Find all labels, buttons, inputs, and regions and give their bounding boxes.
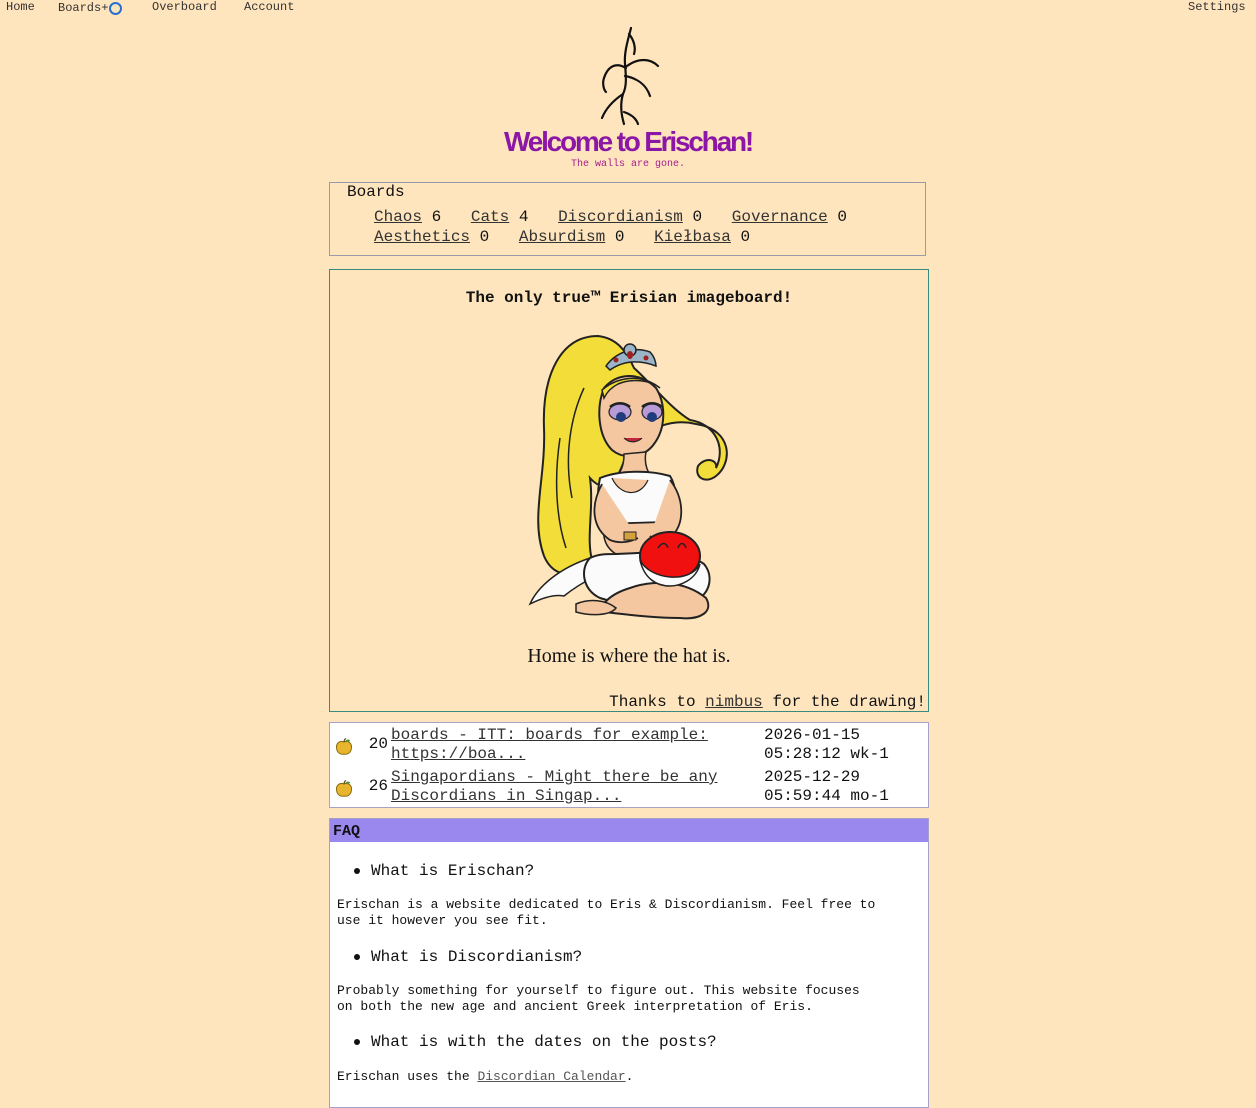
discordian-calendar-link[interactable]: Discordian Calendar <box>477 1069 625 1084</box>
board-link-aesthetics[interactable]: Aesthetics <box>374 228 470 246</box>
top-nav: Home Boards+ Overboard Account Settings <box>0 0 1256 16</box>
eris-illustration <box>528 334 728 620</box>
credit-suffix: for the drawing! <box>772 693 926 711</box>
faq-question: What is with the dates on the posts? <box>354 1033 717 1051</box>
site-subtitle: The walls are gone. <box>570 159 686 170</box>
faq-panel: FAQ What is Erischan? Erischan is a webs… <box>329 818 929 1108</box>
thread-title-line: https://boa... <box>391 745 526 763</box>
board-row-2: Aesthetics 0 Absurdism 0 Kiełbasa 0 <box>374 228 770 246</box>
thread-link[interactable]: Singapordians - Might there be any Discor… <box>391 768 751 806</box>
faq-answer-prefix: Erischan uses the <box>337 1069 470 1084</box>
credit-prefix: Thanks to <box>609 693 696 711</box>
boards-legend: Boards <box>345 183 407 201</box>
reply-count: 26 <box>368 777 388 795</box>
thread-row: 26 Singapordians - Might there be any Dis… <box>330 767 928 807</box>
faq-question: What is Discordianism? <box>354 948 582 966</box>
thread-date: 2026-01-15 05:28:12 wk-1 <box>764 726 924 764</box>
board-count: 0 <box>837 208 847 226</box>
thread-title-line: Singapordians - Might there be any <box>391 768 718 786</box>
thread-title-line: Discordians in Singap... <box>391 787 622 805</box>
board-link-kielbasa[interactable]: Kiełbasa <box>654 228 731 246</box>
faq-answer-line: on both the new age and ancient Greek in… <box>337 999 813 1014</box>
thread-title-line: boards - ITT: boards for example: <box>391 726 708 744</box>
nav-home-link[interactable]: Home <box>6 0 35 14</box>
board-entry-cats: Cats 4 <box>471 208 529 226</box>
faq-answer: Probably something for yourself to figur… <box>337 983 927 1015</box>
board-link-chaos[interactable]: Chaos <box>374 208 422 226</box>
board-count: 0 <box>479 228 490 246</box>
thread-date-line: 2026-01-15 <box>764 726 861 744</box>
nav-settings-link[interactable]: Settings <box>1188 0 1246 14</box>
faq-question-text: What is Erischan? <box>371 862 535 880</box>
board-count: 0 <box>614 228 625 246</box>
board-entry-aesthetics: Aesthetics 0 <box>374 228 489 246</box>
art-credit: Thanks to nimbus for the drawing! <box>609 693 926 711</box>
faq-answer-line: Probably something for yourself to figur… <box>337 983 860 998</box>
board-link-governance[interactable]: Governance <box>732 208 828 226</box>
bullet-icon <box>354 1039 360 1045</box>
board-entry-discordianism: Discordianism 0 <box>558 208 702 226</box>
nav-boards-link[interactable]: Boards+ <box>58 1 123 15</box>
board-link-discordianism[interactable]: Discordianism <box>558 208 683 226</box>
golden-apple-icon <box>335 780 353 797</box>
board-entry-chaos: Chaos 6 <box>374 208 441 226</box>
faq-question-text: What is with the dates on the posts? <box>371 1033 717 1051</box>
welcome-panel: The only true™ Erisian imageboard! Home … <box>329 269 929 712</box>
faq-answer: Erischan is a website dedicated to Eris … <box>337 897 927 929</box>
board-count: 4 <box>518 208 529 226</box>
credit-artist-link[interactable]: nimbus <box>705 693 763 711</box>
board-link-absurdism[interactable]: Absurdism <box>519 228 605 246</box>
board-count: 0 <box>740 228 751 246</box>
board-entry-absurdism: Absurdism 0 <box>519 228 625 246</box>
thread-date: 2025-12-29 05:59:44 mo-1 <box>764 768 924 806</box>
site-title: Welcome to Erischan! <box>503 126 754 157</box>
recent-threads: 20 boards - ITT: boards for example: http… <box>329 722 929 808</box>
thread-date-line: 2025-12-29 <box>764 768 861 786</box>
thread-row: 20 boards - ITT: boards for example: http… <box>330 725 928 765</box>
board-count: 6 <box>431 208 442 226</box>
bullet-icon <box>354 868 360 874</box>
board-link-cats[interactable]: Cats <box>471 208 509 226</box>
thread-time-line: 05:59:44 mo-1 <box>764 787 889 805</box>
faq-answer: Erischan uses the Discordian Calendar. <box>337 1069 927 1085</box>
faq-question-text: What is Discordianism? <box>371 948 583 966</box>
faq-answer-suffix: . <box>625 1069 634 1084</box>
board-entry-kielbasa: Kiełbasa 0 <box>654 228 750 246</box>
golden-apple-icon <box>335 738 353 755</box>
nav-account-link[interactable]: Account <box>244 0 294 14</box>
thread-link[interactable]: boards - ITT: boards for example: https:/… <box>391 726 751 764</box>
boards-box: Boards Chaos 6 Cats 4 Discordianism 0 Go… <box>329 182 926 256</box>
nav-boards-label: Boards+ <box>58 1 109 15</box>
faq-header: FAQ <box>330 819 928 842</box>
reply-count: 20 <box>368 735 388 753</box>
bullet-icon <box>354 954 360 960</box>
ring-icon <box>109 1 123 15</box>
faq-answer-line: Erischan is a website dedicated to Eris … <box>337 897 876 912</box>
faq-question: What is Erischan? <box>354 862 534 880</box>
nav-overboard-link[interactable]: Overboard <box>152 0 217 14</box>
welcome-heading: The only true™ Erisian imageboard! <box>465 289 793 307</box>
board-row-1: Chaos 6 Cats 4 Discordianism 0 Governanc… <box>374 208 867 226</box>
erischan-logo-icon <box>600 26 660 126</box>
welcome-motto: Home is where the hat is. <box>527 645 731 667</box>
board-entry-governance: Governance 0 <box>732 208 847 226</box>
board-count: 0 <box>692 208 703 226</box>
thread-time-line: 05:28:12 wk-1 <box>764 745 889 763</box>
faq-answer-line: use it however you see fit. <box>337 913 548 928</box>
